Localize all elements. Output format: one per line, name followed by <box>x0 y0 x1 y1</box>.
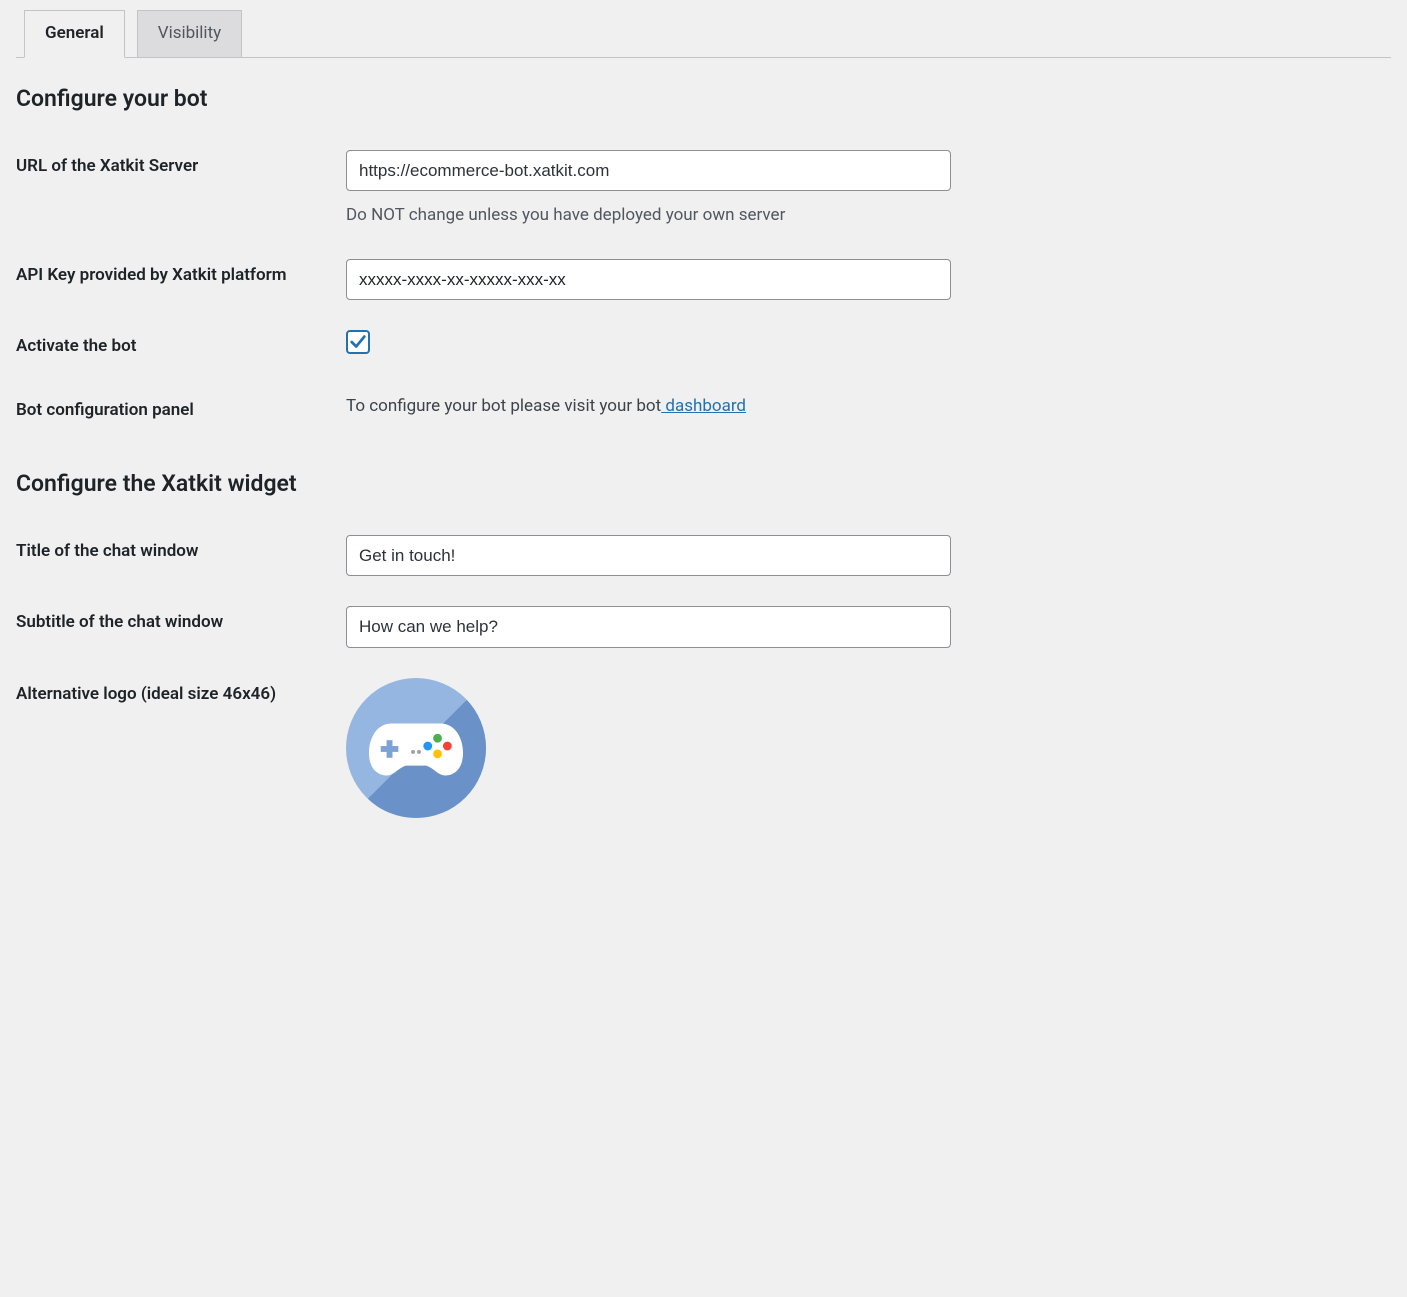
input-api-key[interactable] <box>346 259 951 300</box>
label-chat-title: Title of the chat window <box>16 520 346 591</box>
input-server-url[interactable] <box>346 150 951 191</box>
label-chat-subtitle: Subtitle of the chat window <box>16 591 346 662</box>
checkmark-icon <box>349 333 367 351</box>
label-api-key: API Key provided by Xatkit platform <box>16 244 346 315</box>
config-panel-text: To configure your bot please visit your … <box>346 396 746 416</box>
label-server-url: URL of the Xatkit Server <box>16 135 346 244</box>
label-alt-logo: Alternative logo (ideal size 46x46) <box>16 663 346 833</box>
input-chat-title[interactable] <box>346 535 951 576</box>
config-panel-prefix: To configure your bot please visit your … <box>346 396 661 416</box>
dashboard-link[interactable]: dashboard <box>661 396 746 416</box>
tab-bar: General Visibility <box>16 0 1391 58</box>
description-server-url: Do NOT change unless you have deployed y… <box>346 203 1381 229</box>
form-table-bot: URL of the Xatkit Server Do NOT change u… <box>16 135 1391 442</box>
tab-general[interactable]: General <box>24 10 125 58</box>
row-activate: Activate the bot <box>16 315 1391 379</box>
section-title-configure-bot: Configure your bot <box>16 85 1391 112</box>
label-config-panel: Bot configuration panel <box>16 379 346 443</box>
tab-visibility[interactable]: Visibility <box>137 10 242 57</box>
form-table-widget: Title of the chat window Subtitle of the… <box>16 520 1391 832</box>
row-chat-subtitle: Subtitle of the chat window <box>16 591 1391 662</box>
alt-logo-image[interactable] <box>346 678 486 818</box>
label-activate: Activate the bot <box>16 315 346 379</box>
row-api-key: API Key provided by Xatkit platform <box>16 244 1391 315</box>
checkbox-activate[interactable] <box>346 330 370 354</box>
row-chat-title: Title of the chat window <box>16 520 1391 591</box>
gamepad-icon <box>367 718 465 778</box>
row-server-url: URL of the Xatkit Server Do NOT change u… <box>16 135 1391 244</box>
row-alt-logo: Alternative logo (ideal size 46x46) <box>16 663 1391 833</box>
section-title-configure-widget: Configure the Xatkit widget <box>16 470 1391 497</box>
input-chat-subtitle[interactable] <box>346 606 951 647</box>
row-config-panel: Bot configuration panel To configure you… <box>16 379 1391 443</box>
